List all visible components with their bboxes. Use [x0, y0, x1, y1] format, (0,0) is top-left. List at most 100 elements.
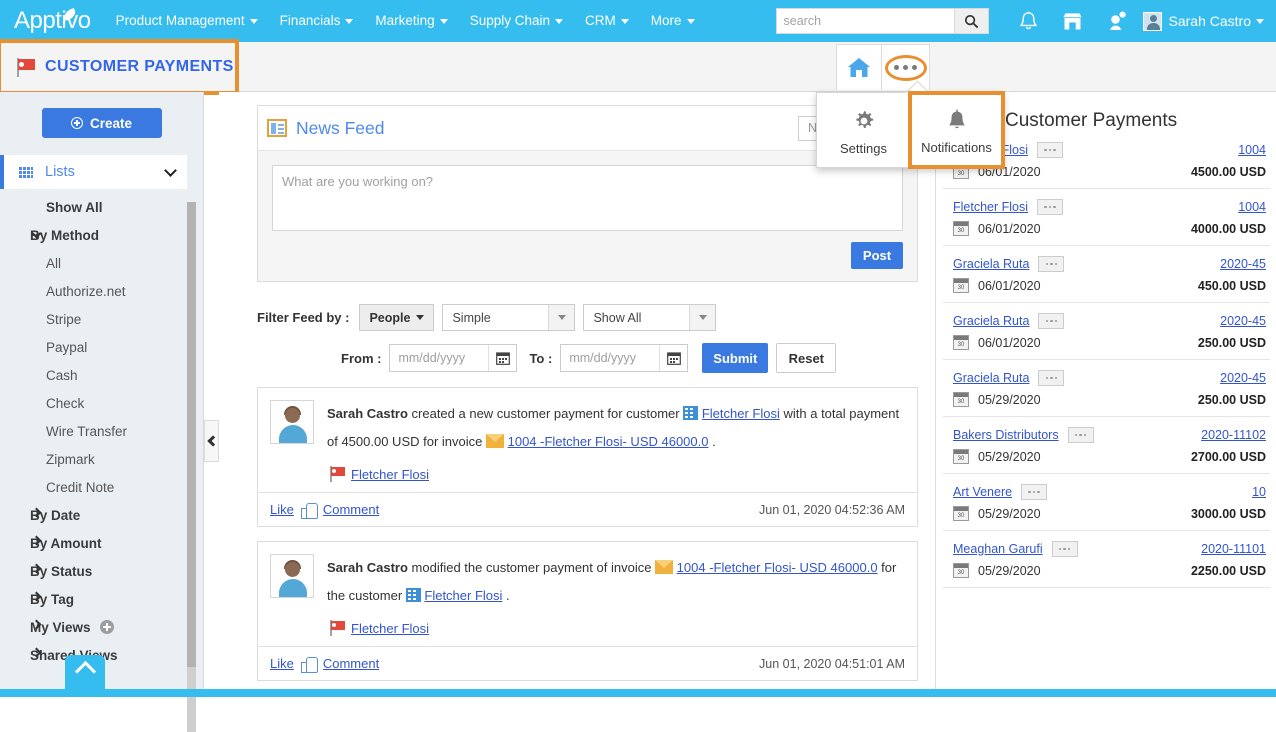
global-search-input[interactable] [776, 8, 954, 34]
like-link[interactable]: Like [270, 502, 294, 517]
more-options-button[interactable] [882, 44, 930, 90]
comment-link[interactable]: Comment [323, 656, 379, 671]
sidebar-item-label: Credit Note [0, 480, 114, 495]
row-actions-button[interactable] [1037, 142, 1063, 158]
feed-link[interactable]: Fletcher Flosi [424, 588, 502, 603]
row-actions-button[interactable] [1068, 427, 1094, 443]
chevron-up-icon [74, 661, 95, 682]
sidebar-item-credit-note[interactable]: Credit Note [0, 473, 203, 501]
payment-customer-link[interactable]: Graciela Ruta [953, 314, 1029, 328]
row-actions-button[interactable] [1037, 199, 1063, 215]
nav-item-financials[interactable]: Financials [269, 0, 365, 42]
sidebar-item-by-amount[interactable]: By Amount [0, 529, 203, 557]
nav-item-label: Marketing [375, 13, 434, 28]
payment-customer-link[interactable]: Art Venere [953, 485, 1012, 499]
feed-link[interactable]: Fletcher Flosi [702, 406, 780, 421]
sidebar-item-stripe[interactable]: Stripe [0, 305, 203, 333]
row-actions-button[interactable] [1052, 541, 1078, 557]
global-search-button[interactable] [954, 8, 989, 34]
payment-reference-link[interactable]: 1004 [1238, 143, 1270, 157]
like-link[interactable]: Like [270, 656, 294, 671]
sidebar-item-my-views[interactable]: My Views [0, 613, 203, 641]
payment-row[interactable]: Fletcher Flosi10043006/01/20204000.00 US… [943, 189, 1270, 246]
payment-customer-link[interactable]: Meaghan Garufi [953, 542, 1043, 556]
sidebar-item-by-date[interactable]: By Date [0, 501, 203, 529]
sidebar-item-wire-transfer[interactable]: Wire Transfer [0, 417, 203, 445]
payment-customer-link[interactable]: Graciela Ruta [953, 257, 1029, 271]
payment-reference-link[interactable]: 1004 [1238, 200, 1270, 214]
payment-reference-link[interactable]: 2020-11101 [1201, 542, 1270, 556]
sidebar-item-show-all[interactable]: Show All [0, 193, 203, 221]
nav-item-crm[interactable]: CRM [574, 0, 640, 42]
nav-item-supply-chain[interactable]: Supply Chain [459, 0, 574, 42]
thumbs-up-icon[interactable] [301, 503, 316, 517]
payment-amount: 2250.00 USD [1191, 564, 1270, 578]
payment-reference-link[interactable]: 2020-11102 [1201, 428, 1270, 442]
from-date-input[interactable] [390, 345, 488, 371]
submit-button[interactable]: Submit [702, 343, 768, 373]
comment-link[interactable]: Comment [323, 502, 379, 517]
payment-row[interactable]: Art Venere103005/29/20203000.00 USD [943, 474, 1270, 531]
sidebar-item-check[interactable]: Check [0, 389, 203, 417]
chevron-down-icon [345, 19, 353, 24]
sidebar-item-by-method[interactable]: By Method [0, 221, 203, 249]
people-filter-dropdown[interactable]: People [359, 304, 434, 331]
reset-button[interactable]: Reset [776, 343, 836, 373]
row-actions-button[interactable] [1038, 313, 1064, 329]
payment-row-bottom: 3006/01/2020250.00 USD [953, 335, 1270, 350]
nav-item-product-management[interactable]: Product Management [105, 0, 269, 42]
payment-customer-link[interactable]: Bakers Distributors [953, 428, 1059, 442]
nav-item-marketing[interactable]: Marketing [364, 0, 458, 42]
row-actions-button[interactable] [1021, 484, 1047, 500]
payment-row[interactable]: Meaghan Garufi2020-111013005/29/20202250… [943, 531, 1270, 588]
collaborate-button[interactable] [1102, 11, 1132, 31]
sidebar-scrollbar-thumb[interactable] [187, 202, 196, 667]
payment-row[interactable]: Graciela Ruta 2020-45 3006/01/2020250.00 U… [943, 303, 1270, 360]
payment-reference-link[interactable]: 10 [1252, 485, 1270, 499]
building-icon [683, 406, 698, 420]
notifications-bell-button[interactable] [1014, 11, 1044, 31]
sidebar-item-by-status[interactable]: By Status [0, 557, 203, 585]
post-button[interactable]: Post [851, 242, 903, 269]
payment-customer-link[interactable]: Graciela Ruta [953, 371, 1029, 385]
payment-customer-link[interactable]: Fletcher Flosi [953, 200, 1028, 214]
payment-reference-link[interactable]: 2020-45 [1220, 314, 1270, 328]
popup-item-notifications[interactable]: Notifications [910, 93, 1003, 167]
row-actions-button[interactable] [1038, 256, 1064, 272]
sidebar-item-zipmark[interactable]: Zipmark [0, 445, 203, 473]
payment-reference-link[interactable]: 2020-45 [1220, 257, 1270, 271]
payment-row[interactable]: Graciela Ruta2020-453005/29/2020250.00 U… [943, 360, 1270, 417]
calendar-icon[interactable] [659, 345, 687, 371]
sidebar-scrollbar[interactable] [187, 202, 196, 732]
popup-item-settings[interactable]: Settings [817, 93, 910, 167]
sidebar-item-paypal[interactable]: Paypal [0, 333, 203, 361]
lists-header[interactable]: Lists [0, 155, 187, 189]
sidebar-collapse-handle[interactable] [204, 420, 219, 462]
nav-item-more[interactable]: More [640, 0, 706, 42]
to-date-input[interactable] [561, 345, 659, 371]
feed-link[interactable]: 1004 -Fletcher Flosi- USD 46000.0 [508, 434, 709, 449]
chevron-down-icon [250, 19, 258, 24]
feed-link[interactable]: 1004 -Fletcher Flosi- USD 46000.0 [677, 560, 878, 575]
thumbs-up-icon[interactable] [301, 657, 316, 671]
sidebar-item-all[interactable]: All [0, 249, 203, 277]
user-menu[interactable]: Sarah Castro [1143, 12, 1264, 31]
calendar-icon[interactable] [488, 345, 516, 371]
home-button[interactable] [836, 44, 882, 90]
row-actions-button[interactable] [1038, 370, 1064, 386]
payment-reference-link[interactable]: 2020-45 [1220, 371, 1270, 385]
add-view-icon[interactable] [100, 620, 114, 634]
mode-select[interactable]: Simple [442, 304, 575, 331]
feed-tag-link[interactable]: Fletcher Flosi [351, 621, 429, 636]
composer-input[interactable] [272, 165, 903, 231]
marketplace-button[interactable] [1058, 12, 1088, 31]
sidebar-item-by-tag[interactable]: By Tag [0, 585, 203, 613]
apptivo-logo[interactable]: Apptivo [0, 7, 105, 35]
feed-tag-link[interactable]: Fletcher Flosi [351, 467, 429, 482]
payment-row[interactable]: Graciela Ruta2020-453006/01/2020450.00 U… [943, 246, 1270, 303]
sidebar-item-authorize-net[interactable]: Authorize.net [0, 277, 203, 305]
payment-row[interactable]: Bakers Distributors2020-111023005/29/202… [943, 417, 1270, 474]
create-button[interactable]: Create [42, 108, 162, 138]
sidebar-item-cash[interactable]: Cash [0, 361, 203, 389]
show-select[interactable]: Show All [583, 304, 716, 331]
